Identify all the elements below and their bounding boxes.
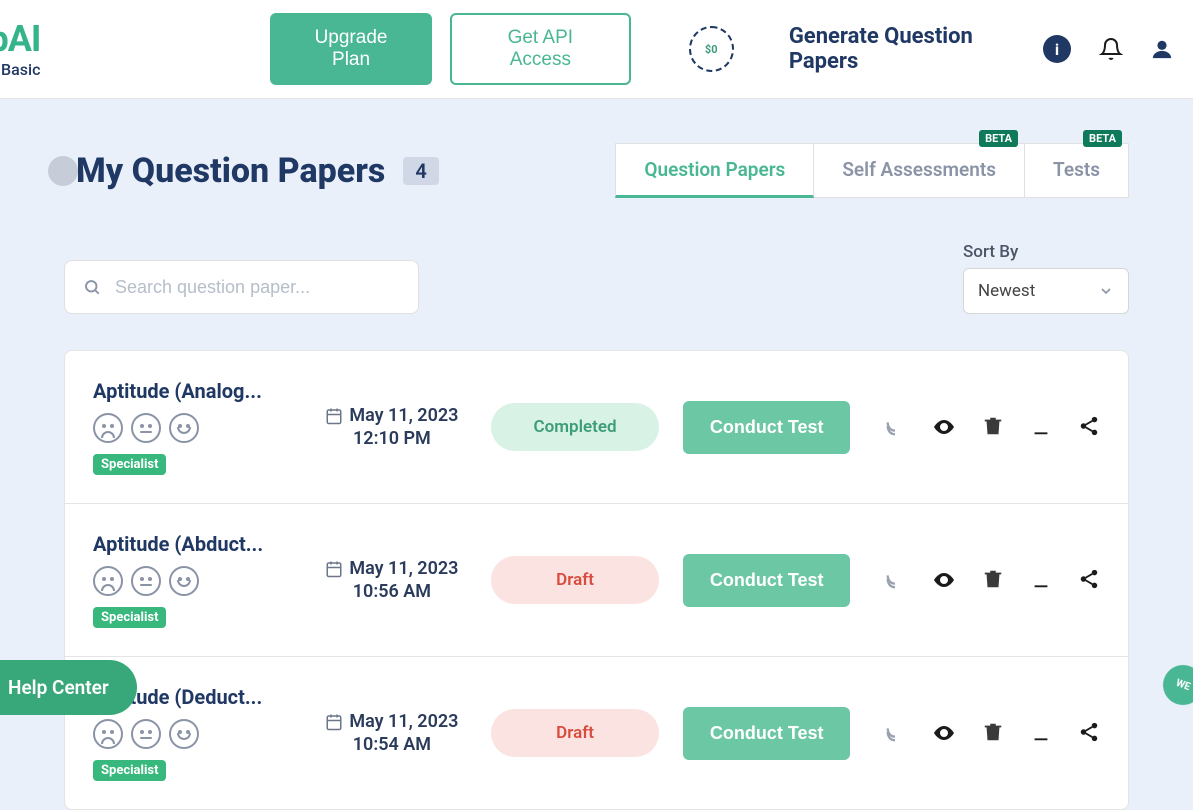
sort-label: Sort By — [963, 242, 1129, 262]
difficulty-faces — [93, 413, 293, 443]
brand-tier: Basic — [0, 60, 40, 79]
paper-row: Aptitude (Analog... Specialist May 11, 2… — [65, 351, 1128, 504]
paper-list: Aptitude (Analog... Specialist May 11, 2… — [64, 350, 1129, 810]
calendar-icon — [325, 560, 343, 578]
sad-face-icon[interactable] — [93, 413, 123, 443]
sort-wrap: Sort By Newest — [963, 242, 1129, 314]
share-icon[interactable] — [1078, 415, 1100, 437]
happy-face-icon[interactable] — [169, 413, 199, 443]
brand-name: epAI — [0, 18, 40, 60]
calendar-icon — [325, 407, 343, 425]
paper-date: May 11, 2023 — [349, 558, 458, 579]
search-icon — [83, 277, 101, 297]
content: My Question Papers 4 Question Papers Sel… — [0, 99, 1193, 810]
neutral-face-icon[interactable] — [131, 566, 161, 596]
paper-date: May 11, 2023 — [349, 711, 458, 732]
specialist-tag: Specialist — [93, 607, 166, 628]
title-row: My Question Papers 4 Question Papers Sel… — [44, 143, 1129, 198]
row-actions — [884, 568, 1100, 592]
notifications-icon[interactable] — [1099, 37, 1123, 61]
row-actions — [884, 415, 1100, 439]
view-icon[interactable] — [932, 721, 956, 745]
search-box[interactable] — [64, 260, 419, 314]
conduct-test-button[interactable]: Conduct Test — [683, 401, 850, 454]
search-sort-row: Sort By Newest — [44, 242, 1129, 314]
row-actions — [884, 721, 1100, 745]
date-column: May 11, 2023 12:10 PM — [317, 405, 467, 449]
search-input[interactable] — [115, 277, 400, 298]
share-icon[interactable] — [1078, 721, 1100, 743]
brand: epAI Basic — [0, 18, 40, 79]
sort-select[interactable]: Newest — [963, 268, 1129, 314]
paper-title[interactable]: Aptitude (Abduct... — [93, 532, 293, 556]
beta-badge: BETA — [979, 130, 1018, 147]
specialist-tag: Specialist — [93, 454, 166, 475]
info-icon[interactable]: i — [1043, 35, 1071, 63]
beta-badge: BETA — [1083, 130, 1122, 147]
sad-face-icon[interactable] — [93, 566, 123, 596]
view-icon[interactable] — [932, 415, 956, 439]
copy-icon[interactable] — [884, 415, 906, 437]
user-avatar-icon[interactable] — [1151, 38, 1173, 60]
conduct-test-button[interactable]: Conduct Test — [683, 707, 850, 760]
status-badge: Completed — [491, 403, 660, 451]
download-icon[interactable] — [1030, 415, 1052, 437]
calendar-icon — [325, 713, 343, 731]
tab-label: Self Assessments — [842, 158, 996, 181]
paper-time: 12:10 PM — [353, 428, 431, 449]
paper-title[interactable]: Aptitude (Analog... — [93, 379, 293, 403]
topbar-right: i — [1043, 35, 1173, 63]
date-column: May 11, 2023 10:56 AM — [317, 558, 467, 602]
delete-icon[interactable] — [982, 415, 1004, 437]
delete-icon[interactable] — [982, 568, 1004, 590]
date-column: May 11, 2023 10:54 AM — [317, 711, 467, 755]
copy-icon[interactable] — [884, 568, 906, 590]
delete-icon[interactable] — [982, 721, 1004, 743]
download-icon[interactable] — [1030, 721, 1052, 743]
download-icon[interactable] — [1030, 568, 1052, 590]
share-icon[interactable] — [1078, 568, 1100, 590]
paper-date: May 11, 2023 — [349, 405, 458, 426]
conduct-test-button[interactable]: Conduct Test — [683, 554, 850, 607]
tab-label: Question Papers — [644, 158, 785, 181]
status-badge: Draft — [491, 709, 660, 757]
specialist-tag: Specialist — [93, 760, 166, 781]
generate-question-papers-link[interactable]: Generate Question Papers — [789, 24, 1043, 74]
topbar: epAI Basic Upgrade Plan Get API Access $… — [0, 0, 1193, 99]
tabs: Question Papers Self Assessments BETA Te… — [615, 143, 1129, 198]
get-api-access-button[interactable]: Get API Access — [450, 13, 631, 85]
title-avatar-icon — [48, 156, 78, 186]
sort-value: Newest — [978, 281, 1035, 301]
copy-icon[interactable] — [884, 721, 906, 743]
difficulty-faces — [93, 566, 293, 596]
help-center-button[interactable]: Help Center — [0, 660, 137, 715]
upgrade-plan-button[interactable]: Upgrade Plan — [270, 13, 432, 85]
chevron-down-icon — [1098, 283, 1114, 299]
tab-label: Tests — [1053, 158, 1100, 181]
credit-badge[interactable]: $0 — [689, 26, 734, 72]
tab-self-assessments[interactable]: Self Assessments BETA — [814, 143, 1025, 198]
paper-row: Aptitude (Deduct... Specialist May 11, 2… — [65, 657, 1128, 809]
page-title: My Question Papers — [76, 151, 385, 191]
paper-count-badge: 4 — [403, 157, 438, 185]
paper-time: 10:56 AM — [353, 581, 431, 602]
status-badge: Draft — [491, 556, 660, 604]
tab-question-papers[interactable]: Question Papers — [615, 143, 814, 198]
paper-info: Aptitude (Analog... Specialist — [93, 379, 293, 475]
view-icon[interactable] — [932, 568, 956, 592]
neutral-face-icon[interactable] — [131, 413, 161, 443]
paper-row: Aptitude (Abduct... Specialist May 11, 2… — [65, 504, 1128, 657]
tab-tests[interactable]: Tests BETA — [1025, 143, 1129, 198]
title-left: My Question Papers 4 — [44, 151, 439, 191]
paper-info: Aptitude (Abduct... Specialist — [93, 532, 293, 628]
happy-face-icon[interactable] — [169, 566, 199, 596]
